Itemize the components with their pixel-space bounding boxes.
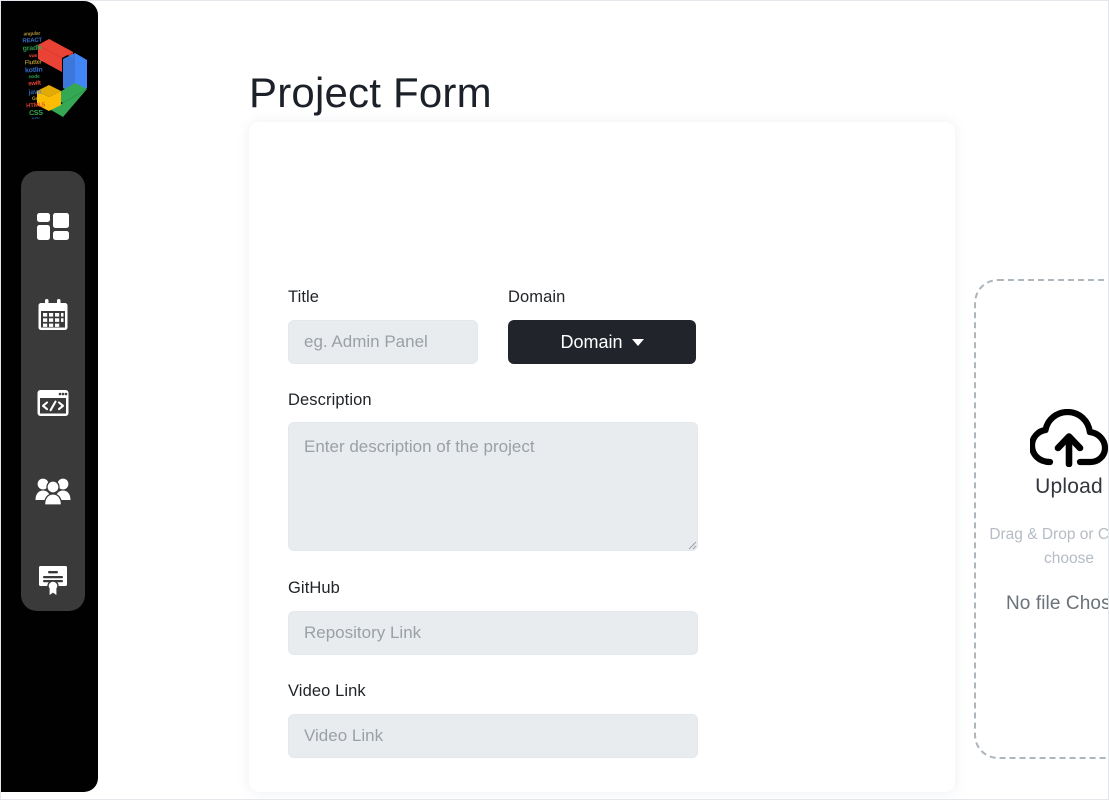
domain-dropdown-label: Domain — [560, 331, 623, 352]
description-label: Description — [288, 391, 372, 409]
project-form-card: Title Domain Domain Description GitHub V… — [249, 122, 1108, 792]
certificate-icon — [39, 566, 67, 595]
page-title: Project Form — [249, 69, 492, 117]
users-group-icon — [35, 478, 71, 506]
cloud-upload-icon — [1030, 409, 1108, 467]
video-link-label: Video Link — [288, 682, 366, 700]
sidebar-item-code[interactable] — [21, 371, 85, 435]
domain-label: Domain — [508, 288, 566, 306]
code-window-icon — [37, 390, 69, 416]
upload-hint-text: Drag & Drop or Click to choose — [989, 526, 1109, 568]
dashboard-grid-icon — [37, 213, 69, 240]
github-label: GitHub — [288, 579, 340, 597]
domain-dropdown-button[interactable]: Domain — [508, 320, 696, 364]
title-input[interactable] — [288, 320, 478, 364]
upload-heading: Upload — [1035, 475, 1103, 498]
description-textarea[interactable] — [288, 422, 698, 551]
logo-word-cloud: angular REACT gradle vue Flutter kotlin node sw… — [22, 30, 46, 120]
sidebar-item-calendar[interactable] — [21, 283, 85, 347]
sidebar-item-dashboard[interactable] — [21, 195, 85, 259]
video-link-input[interactable] — [288, 714, 698, 758]
sidebar: angular REACT gradle vue Flutter kotlin node sw… — [1, 1, 98, 792]
app-window: angular REACT gradle vue Flutter kotlin node sw… — [0, 0, 1109, 800]
chevron-down-icon — [631, 338, 644, 346]
github-input[interactable] — [288, 611, 698, 655]
calendar-icon — [38, 299, 68, 330]
upload-dropzone[interactable]: Upload Drag & Drop or Click to choose No… — [974, 279, 1109, 759]
brand-logo[interactable]: angular REACT gradle vue Flutter kotlin node sw… — [11, 25, 91, 125]
upload-file-status: No file Chosen — [1005, 593, 1108, 615]
sidebar-nav — [21, 171, 85, 611]
sidebar-item-certificates[interactable] — [21, 547, 85, 611]
title-label: Title — [288, 288, 320, 306]
sidebar-item-team[interactable] — [21, 459, 85, 523]
